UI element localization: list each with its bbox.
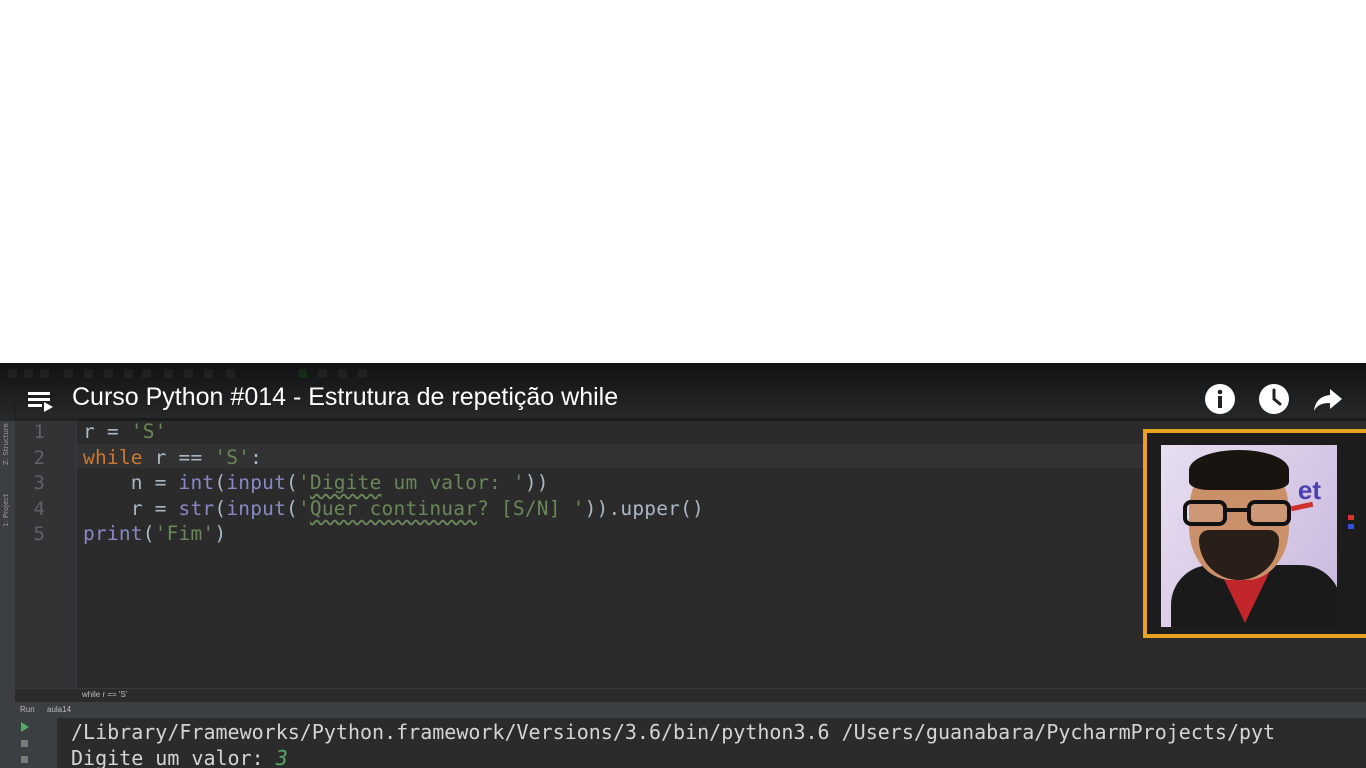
line-number: 1: [33, 421, 45, 443]
run-label: Run: [20, 705, 35, 714]
console-command: /Library/Frameworks/Python.framework/Ver…: [71, 720, 1276, 744]
code-line-3: n = int(input('Digite um valor: ')): [83, 471, 549, 494]
watch-later-icon[interactable]: [1258, 383, 1290, 415]
console-prompt-line: Digite um valor: 3: [71, 746, 288, 768]
status-dots: [1348, 515, 1354, 533]
line-number: 3: [33, 472, 45, 494]
project-tab: 1: Project: [2, 494, 10, 527]
console-prompt: Digite um valor:: [71, 746, 276, 768]
glasses: [1183, 500, 1314, 526]
stop-icon[interactable]: [21, 740, 28, 747]
rerun-icon[interactable]: [21, 722, 29, 732]
tool-strip: Z: Structure 1: Project: [0, 403, 16, 768]
share-icon[interactable]: [1312, 383, 1344, 415]
line-number: 2: [33, 447, 45, 469]
video-player[interactable]: Z: Structure 1: Project 1 2 3 4 5 r = 'S…: [0, 363, 1366, 768]
blank-area: [0, 0, 1366, 363]
info-icon[interactable]: [1204, 383, 1236, 415]
line-gutter: 1 2 3 4 5: [15, 418, 77, 688]
video-title[interactable]: Curso Python #014 - Estrutura de repetiç…: [72, 383, 618, 412]
run-console[interactable]: /Library/Frameworks/Python.framework/Ver…: [57, 718, 1366, 768]
console-user-input: 3: [275, 746, 288, 768]
playlist-icon[interactable]: [28, 390, 54, 412]
webcam-feed: et: [1161, 445, 1337, 627]
webcam-overlay: et: [1143, 429, 1366, 638]
run-config-name[interactable]: aula14: [47, 705, 71, 714]
breadcrumb[interactable]: while r == 'S': [82, 690, 127, 699]
code-line-1: r = 'S': [83, 420, 167, 443]
line-number: 5: [33, 523, 45, 545]
line-number: 4: [33, 498, 45, 520]
code-line-4: r = str(input('Quer continuar? [S/N] '))…: [83, 497, 704, 520]
run-panel-header: Run aula14: [15, 702, 1366, 718]
code-line-2: while r == 'S':: [83, 446, 263, 469]
run-sidebar: [15, 718, 57, 768]
breadcrumb-bar: while r == 'S': [15, 688, 1366, 703]
pause-icon[interactable]: [21, 756, 28, 763]
code-line-5: print('Fim'): [83, 522, 227, 545]
video-title-overlay: Curso Python #014 - Estrutura de repetiç…: [0, 363, 1366, 421]
